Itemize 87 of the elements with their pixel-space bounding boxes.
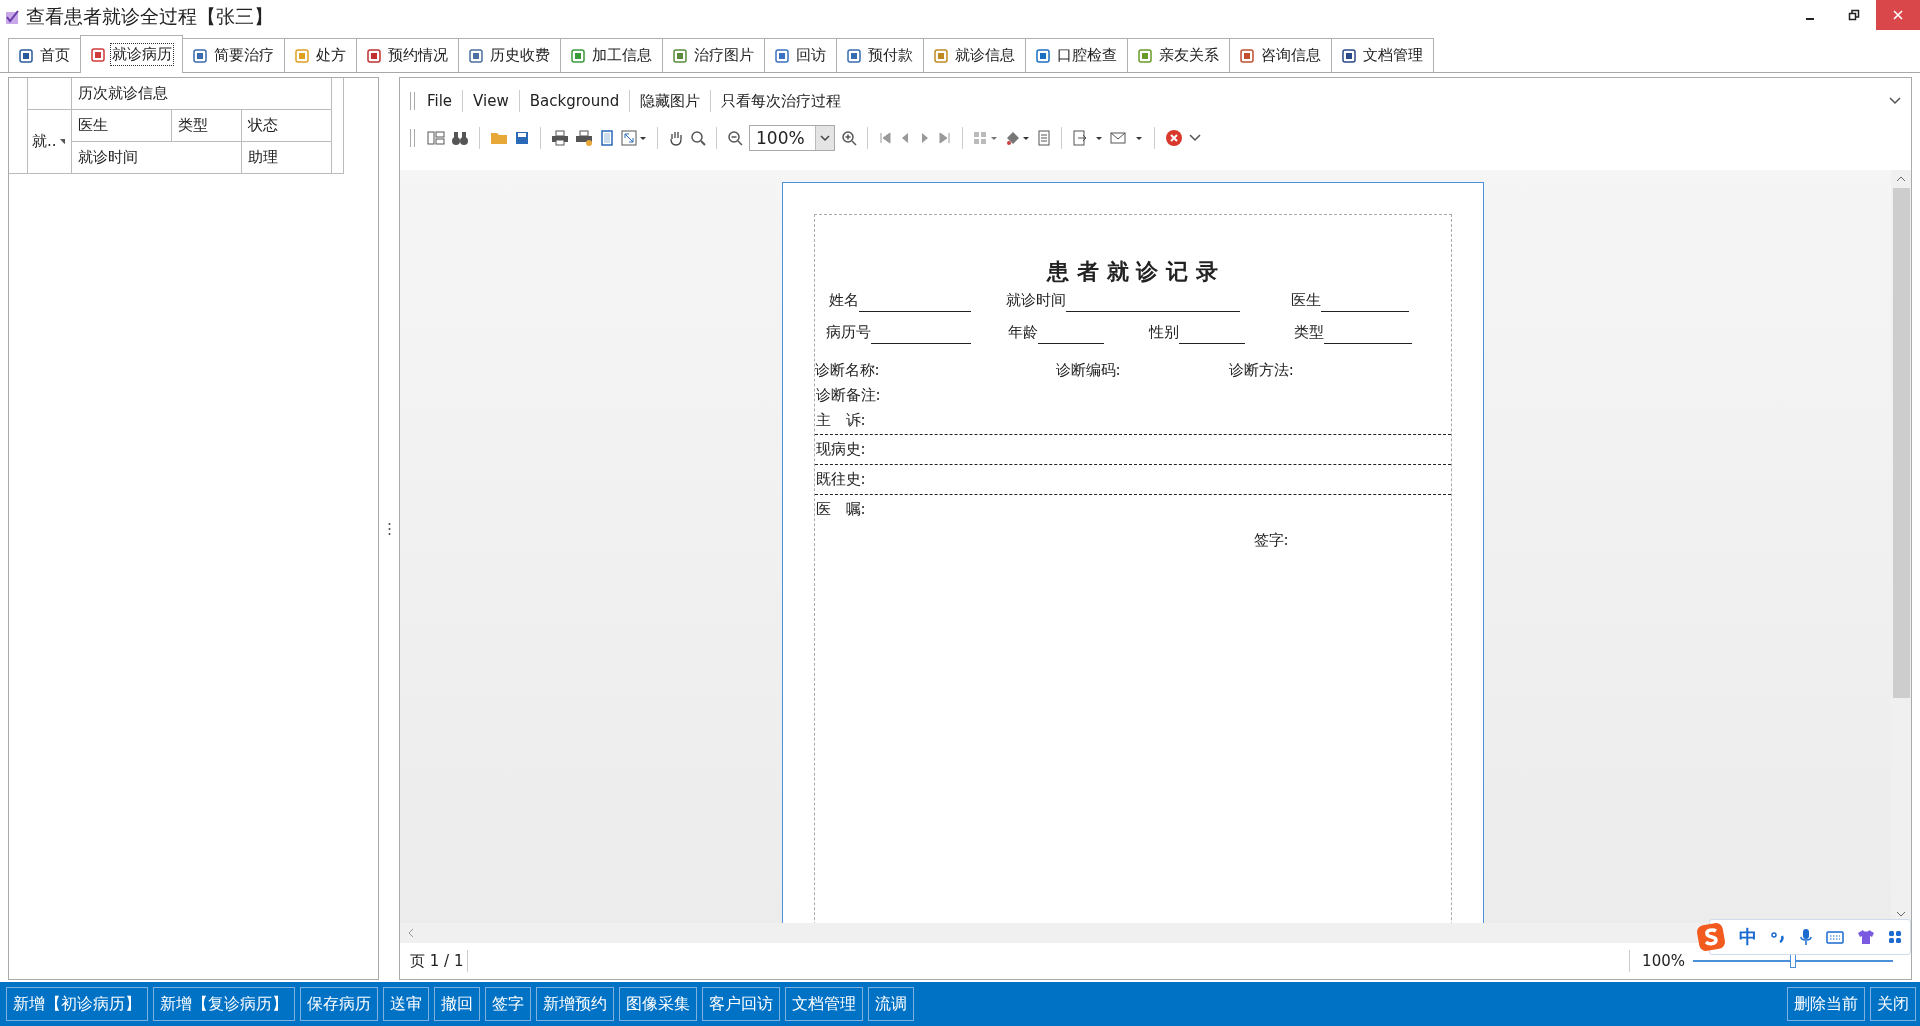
scrollbar-thumb[interactable]: [1892, 188, 1910, 698]
close-icon: [1892, 9, 1904, 21]
zoom-combo-box[interactable]: 100%: [749, 125, 835, 151]
column-header[interactable]: 医生: [72, 110, 172, 142]
action-button[interactable]: 客户回访: [702, 987, 780, 1021]
menu-item[interactable]: File: [421, 90, 459, 112]
zoom-slider[interactable]: [1693, 953, 1893, 969]
print-icon[interactable]: [575, 130, 593, 146]
scroll-down-icon[interactable]: [1896, 911, 1906, 917]
field-label: 性别: [1148, 322, 1179, 342]
app-icon: [4, 9, 20, 25]
field-label: 类型: [1293, 322, 1324, 342]
action-button[interactable]: 新增【复诊病历】: [153, 987, 295, 1021]
magnifier-icon[interactable]: [690, 130, 706, 146]
fit-page-icon[interactable]: [621, 130, 647, 146]
export-icon[interactable]: [1072, 130, 1104, 146]
field-label: 就诊时间: [1005, 290, 1066, 310]
menu-item[interactable]: View: [467, 90, 515, 112]
column-band-header: 历次就诊信息: [72, 78, 332, 110]
column-header[interactable]: 类型: [172, 110, 242, 142]
column-header[interactable]: 就诊时间: [72, 142, 242, 174]
scroll-up-icon[interactable]: [1896, 176, 1906, 182]
field-label: 医生: [1290, 290, 1321, 310]
tab[interactable]: 首页: [8, 38, 81, 72]
window-title: 查看患者就诊全过程【张三】: [26, 4, 273, 29]
field-label: 诊断名称:: [814, 360, 880, 380]
action-button[interactable]: 新增预约: [536, 987, 614, 1021]
chevron-down-icon: [820, 134, 830, 142]
action-button[interactable]: 送审: [383, 987, 429, 1021]
page-indicator: 页 1 / 1: [410, 951, 464, 971]
menu-item[interactable]: Background: [523, 90, 626, 112]
page-icon[interactable]: [599, 130, 615, 146]
field-label: 医 嘱:: [815, 499, 866, 519]
microphone-icon[interactable]: [1799, 928, 1813, 946]
keyboard-icon[interactable]: [1826, 930, 1844, 944]
tab[interactable]: 就诊病历: [80, 35, 183, 73]
save-icon[interactable]: [514, 130, 530, 146]
field-label: 诊断方法:: [1228, 360, 1294, 380]
action-button[interactable]: 文档管理: [785, 987, 863, 1021]
field-label: 姓名: [828, 290, 859, 310]
field-label: 主 诉:: [815, 411, 866, 430]
scroll-left-icon[interactable]: [408, 928, 414, 938]
minimize-icon: [1806, 18, 1814, 20]
action-button[interactable]: 图像采集: [619, 987, 697, 1021]
ime-logo-icon[interactable]: [1696, 922, 1726, 952]
field-label: 诊断编码:: [1055, 360, 1121, 380]
column-header[interactable]: 状态: [242, 110, 332, 142]
last-page-icon[interactable]: [938, 131, 952, 145]
hand-icon[interactable]: [668, 130, 684, 146]
zoom-in-icon[interactable]: [841, 130, 857, 146]
report-title: 患 者 就 诊 记 录: [1045, 258, 1219, 286]
action-button[interactable]: 保存病历: [300, 987, 378, 1021]
field-label: 现病史:: [815, 439, 866, 459]
action-button[interactable]: 新增【初诊病历】: [6, 987, 148, 1021]
action-button[interactable]: 撤回: [434, 987, 480, 1021]
field-label: 病历号: [825, 322, 871, 342]
action-button[interactable]: 删除当前: [1787, 987, 1865, 1021]
shirt-icon[interactable]: [1857, 929, 1875, 945]
binoculars-icon[interactable]: [451, 130, 469, 146]
chevron-down-icon[interactable]: [1889, 97, 1901, 105]
print-icon[interactable]: [551, 130, 569, 146]
punctuation-icon[interactable]: [1770, 929, 1786, 945]
splitter-grip-icon[interactable]: [387, 521, 391, 536]
zoom-out-icon[interactable]: [727, 130, 743, 146]
chevron-down-icon[interactable]: [1189, 134, 1201, 142]
first-page-icon[interactable]: [878, 131, 892, 145]
layout-icon[interactable]: [427, 130, 445, 146]
field-label: 诊断备注:: [815, 386, 881, 405]
column-header[interactable]: 助理: [242, 142, 332, 174]
tab[interactable]: 文档管理: [1331, 38, 1434, 72]
apps-icon[interactable]: [1888, 930, 1902, 944]
zoom-reading: 100%: [1642, 952, 1685, 970]
paint-bucket-icon[interactable]: [1005, 130, 1031, 146]
field-label: 年龄: [1007, 322, 1038, 342]
action-button[interactable]: 签字: [485, 987, 531, 1021]
input-mode-toggle[interactable]: 中: [1739, 925, 1757, 949]
dropdown-icon: [59, 139, 65, 144]
close-icon[interactable]: [1165, 129, 1183, 147]
field-label: 签字:: [1253, 531, 1289, 549]
menu-item[interactable]: 隐藏图片: [634, 89, 707, 113]
column-header[interactable]: 就..: [28, 110, 72, 174]
field-label: 既往史:: [815, 469, 866, 489]
mail-icon[interactable]: [1110, 130, 1144, 146]
restore-icon: [1848, 9, 1860, 21]
action-button[interactable]: 流调: [868, 987, 914, 1021]
action-button[interactable]: 关闭: [1870, 987, 1916, 1021]
menu-item[interactable]: 只看每次治疗过程: [715, 89, 848, 113]
